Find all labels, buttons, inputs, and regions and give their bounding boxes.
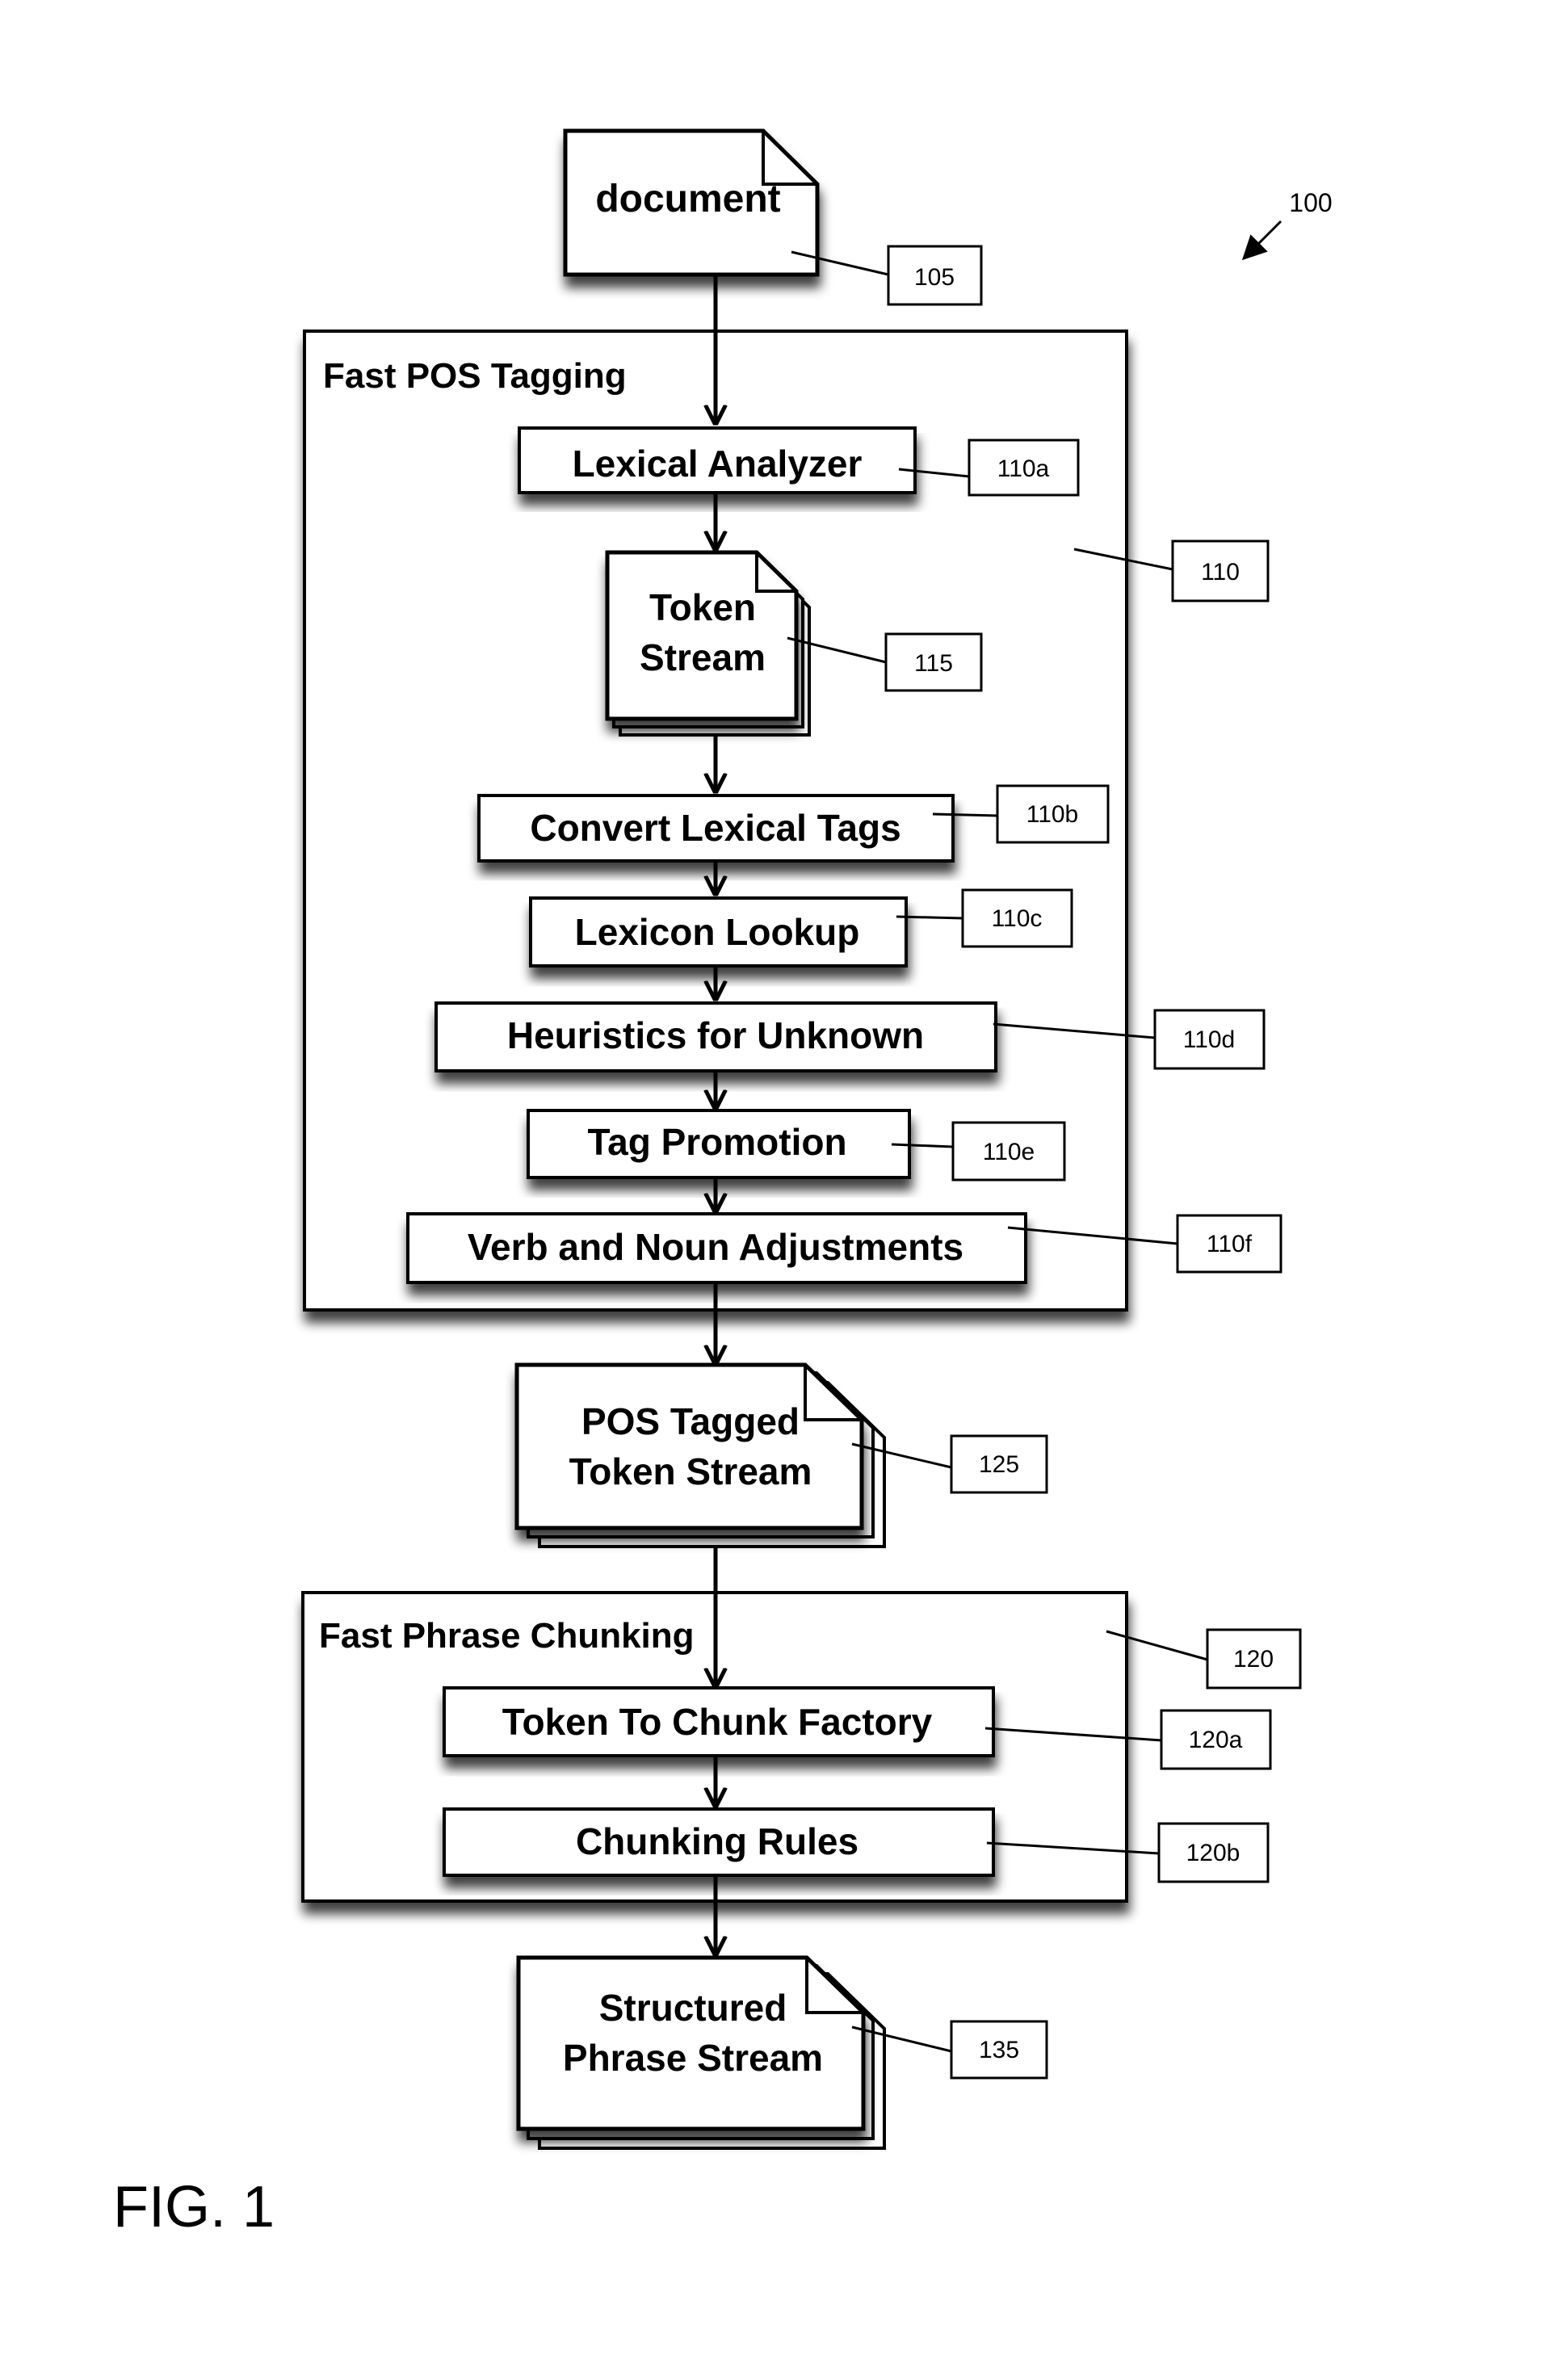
ref-135: 135 — [979, 2037, 1019, 2063]
ref-120: 120 — [1233, 1646, 1274, 1673]
verb-and-noun-adjustments-label: Verb and Noun Adjustments — [468, 1226, 963, 1268]
chunking-rules-label: Chunking Rules — [576, 1820, 858, 1862]
fast-pos-tagging-title: Fast POS Tagging — [323, 356, 627, 396]
figure-reference: 100 — [1241, 188, 1333, 261]
tag-promotion-step: Tag Promotion — [527, 1109, 911, 1179]
pos-tagged-line-2: Token Stream — [569, 1450, 812, 1492]
lexical-analyzer-step: Lexical Analyzer — [518, 426, 917, 494]
document-label: document — [595, 178, 780, 220]
chunking-rules-step: Chunking Rules — [443, 1807, 995, 1877]
lexicon-lookup-step: Lexicon Lookup — [529, 896, 908, 968]
ref-110d: 110d — [1183, 1026, 1236, 1053]
verb-and-noun-adjustments-step: Verb and Noun Adjustments — [406, 1212, 1027, 1284]
tag-promotion-label: Tag Promotion — [587, 1121, 846, 1163]
structured-line-2: Phrase Stream — [563, 2037, 823, 2079]
figure-label: FIG. 1 — [113, 2175, 275, 2239]
document-node: document — [563, 128, 820, 277]
token-to-chunk-factory-step: Token To Chunk Factory — [443, 1686, 995, 1757]
ref-110c: 110c — [992, 905, 1043, 932]
ref-115: 115 — [914, 650, 953, 677]
heuristics-for-unknown-label: Heuristics for Unknown — [507, 1014, 924, 1056]
leader-110c — [896, 915, 963, 920]
structured-phrase-stream-node: Structured Phrase Stream — [516, 1955, 886, 2150]
ref-125: 125 — [979, 1451, 1019, 1478]
ref-110e: 110e — [983, 1139, 1035, 1165]
token-to-chunk-factory-label: Token To Chunk Factory — [502, 1701, 933, 1743]
ref-120a: 120a — [1189, 1727, 1243, 1753]
ref-110: 110 — [1201, 559, 1240, 586]
figure-ref-number: 100 — [1289, 188, 1332, 217]
pos-tagged-token-stream-node: POS Tagged Token Stream — [514, 1362, 886, 1548]
token-stream-line-1: Token — [649, 586, 756, 628]
ref-105: 105 — [914, 264, 955, 291]
lexicon-lookup-label: Lexicon Lookup — [575, 911, 860, 953]
figure-ref-arrow — [1241, 220, 1282, 261]
ref-110b: 110b — [1026, 801, 1079, 828]
leader-110b — [932, 812, 998, 817]
token-stream-node: Token Stream — [605, 550, 811, 737]
ref-110a: 110a — [997, 455, 1050, 482]
flow-diagram: Fast POS Tagging Fast Phrase Chunking do… — [113, 128, 1333, 2239]
token-stream-line-2: Stream — [640, 636, 766, 678]
structured-line-1: Structured — [599, 1987, 787, 2029]
lexical-analyzer-label: Lexical Analyzer — [573, 443, 863, 485]
convert-lexical-tags-label: Convert Lexical Tags — [530, 807, 900, 849]
heuristics-for-unknown-step: Heuristics for Unknown — [434, 1001, 997, 1072]
ref-120b: 120b — [1186, 1840, 1240, 1866]
fast-phrase-chunking-title: Fast Phrase Chunking — [319, 1616, 695, 1656]
pos-tagged-line-1: POS Tagged — [581, 1400, 800, 1442]
ref-110f: 110f — [1207, 1231, 1253, 1257]
convert-lexical-tags-step: Convert Lexical Tags — [477, 794, 955, 863]
